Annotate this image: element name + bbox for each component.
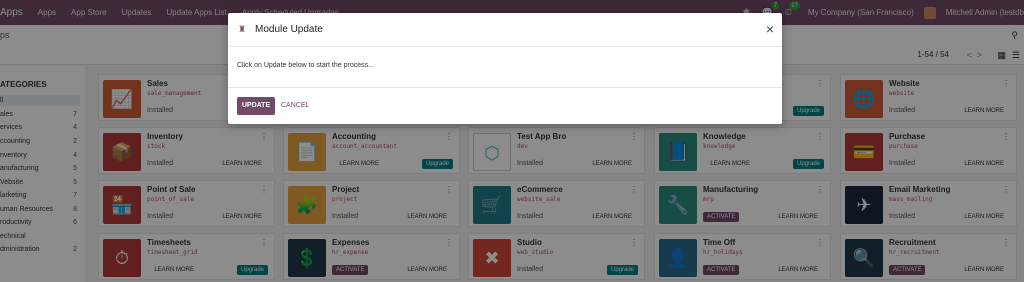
module-icon: ♜	[238, 24, 247, 34]
close-icon[interactable]: ×	[766, 21, 774, 37]
update-button[interactable]: UPDATE	[237, 97, 275, 115]
modal-footer: UPDATE CANCEL	[228, 87, 782, 124]
modal-header: ♜ Module Update ×	[228, 13, 782, 47]
modal-title: Module Update	[255, 24, 323, 35]
cancel-button[interactable]: CANCEL	[281, 97, 309, 115]
modal-body-text: Click on Update below to start the proce…	[237, 62, 374, 69]
module-update-dialog: ♜ Module Update × Click on Update below …	[228, 13, 782, 124]
